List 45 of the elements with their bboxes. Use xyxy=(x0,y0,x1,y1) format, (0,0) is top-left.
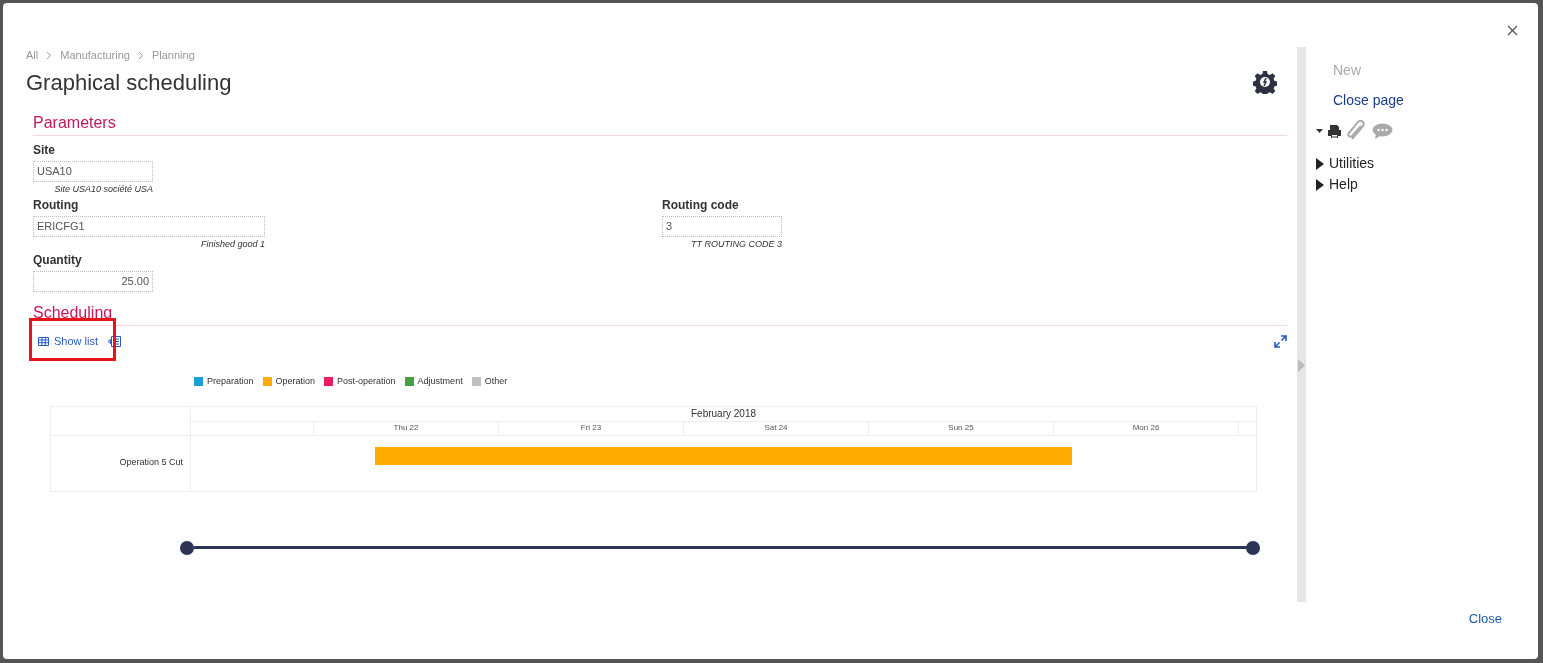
day-header: Thu 22 xyxy=(393,422,419,434)
field-description: Site USA10 société USA xyxy=(54,183,153,195)
section-toggle[interactable]: Utilities xyxy=(1316,154,1538,173)
show-list-button[interactable]: Show list xyxy=(38,332,99,350)
section-heading: Parameters xyxy=(33,113,1287,136)
row-label: Operation 5 Cut xyxy=(119,456,183,470)
day-header: Sun 25 xyxy=(948,422,974,434)
day-header: Sat 24 xyxy=(764,422,788,434)
legend-label: Other xyxy=(484,375,508,388)
chevron-right-icon xyxy=(46,50,53,60)
legend-label: Post-operation xyxy=(337,375,396,388)
triangle-right-icon xyxy=(1316,178,1324,191)
legend-label: Operation xyxy=(275,375,316,388)
field-label: Routing code xyxy=(662,197,739,213)
section-toggle[interactable]: Help xyxy=(1316,175,1538,194)
paperclip-icon[interactable] xyxy=(1346,120,1368,142)
caret-down-icon[interactable] xyxy=(1316,129,1323,133)
chevron-right-icon xyxy=(137,50,144,60)
input-field[interactable]: 25.00 xyxy=(33,271,153,292)
table-icon xyxy=(38,336,49,346)
close-icon[interactable] xyxy=(1507,25,1518,36)
triangle-right-icon xyxy=(1298,359,1305,372)
field-label: Quantity xyxy=(33,252,82,268)
expand-icon[interactable] xyxy=(1274,334,1287,348)
triangle-right-icon xyxy=(1316,157,1324,170)
close-button[interactable]: Close xyxy=(1468,609,1502,629)
print-icon[interactable] xyxy=(1327,123,1342,139)
gear-icon[interactable] xyxy=(1253,70,1277,94)
input-field[interactable]: ERICFG1 xyxy=(33,216,265,237)
section-heading: Scheduling xyxy=(33,303,1287,326)
month-header: February 2018 xyxy=(690,407,756,421)
field-label: Site xyxy=(33,142,55,158)
field-description: Finished good 1 xyxy=(200,238,265,250)
input-field[interactable]: 3 xyxy=(662,216,782,237)
legend-label: Adjustment xyxy=(417,375,463,388)
field-description: TT ROUTING CODE 3 xyxy=(691,238,782,250)
page-title: Graphical scheduling xyxy=(26,68,232,97)
field-label: Routing xyxy=(33,197,79,213)
action-link[interactable]: Close page xyxy=(1333,85,1538,115)
input-field[interactable]: USA10 xyxy=(33,161,153,182)
list-icon[interactable] xyxy=(108,335,122,347)
day-header: Mon 26 xyxy=(1132,422,1160,434)
day-header: Fri 23 xyxy=(580,422,602,434)
legend-label: Preparation xyxy=(207,375,254,388)
range-slider[interactable] xyxy=(180,540,1260,555)
